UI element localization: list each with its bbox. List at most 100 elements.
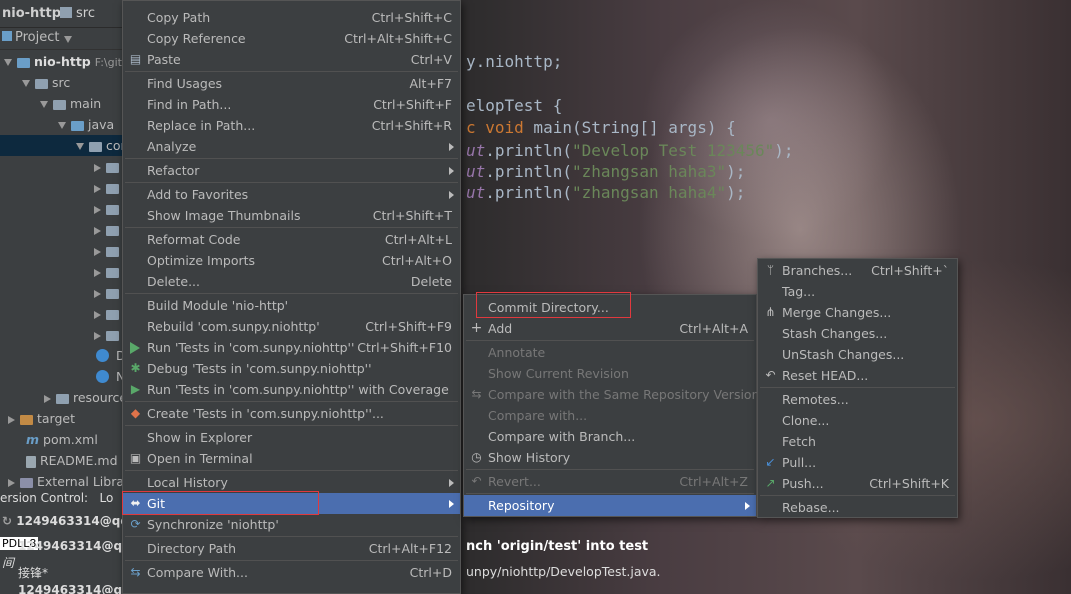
menu-item-commit-directory[interactable]: Commit Directory... — [464, 297, 756, 318]
folder-icon — [89, 141, 102, 152]
menu-item-compare-with-branch[interactable]: Compare with Branch... — [464, 426, 756, 447]
menu-separator — [760, 387, 955, 388]
tree-item-pom[interactable]: m pom.xml — [0, 429, 122, 450]
menu-item-find-in-path[interactable]: Find in Path... Ctrl+Shift+F — [123, 94, 460, 115]
tree-item-src[interactable]: src — [0, 72, 122, 93]
code-line-println-3[interactable]: ut.println("zhangsan haha4"); — [466, 183, 745, 202]
menu-item-remotes[interactable]: Remotes... — [758, 389, 957, 410]
class-icon — [96, 349, 109, 362]
run-icon — [130, 342, 140, 354]
chevron-down-icon[interactable] — [64, 36, 72, 43]
version-control-label: ersion Control: Lo — [0, 491, 114, 505]
menu-item-reset-head[interactable]: ↶ Reset HEAD... — [758, 365, 957, 386]
menu-item-copy-path[interactable]: Copy Path Ctrl+Shift+C — [123, 7, 460, 28]
menu-item-run-with-coverage[interactable]: ▶ Run 'Tests in 'com.sunpy.niohttp'' with… — [123, 379, 460, 400]
menu-item-run-tests[interactable]: Run 'Tests in 'com.sunpy.niohttp'' Ctrl+S… — [123, 337, 460, 358]
menu-item-merge-changes[interactable]: ⋔ Merge Changes... — [758, 302, 957, 323]
menu-item-replace-in-path[interactable]: Replace in Path... Ctrl+Shift+R — [123, 115, 460, 136]
tree-item-package[interactable]: c — [0, 198, 122, 219]
menu-item-fetch[interactable]: Fetch — [758, 431, 957, 452]
tree-item-java[interactable]: java — [0, 114, 122, 135]
terminal-icon: ▣ — [129, 451, 142, 465]
menu-item-open-in-terminal[interactable]: ▣ Open in Terminal — [123, 448, 460, 469]
menu-item-tag[interactable]: Tag... — [758, 281, 957, 302]
tree-item-package[interactable]: n — [0, 303, 122, 324]
folder-icon — [106, 204, 119, 215]
menu-item-find-usages[interactable]: Find Usages Alt+F7 — [123, 73, 460, 94]
tree-item-root[interactable]: nio-http F:\gitee — [0, 51, 122, 72]
tree-item-package[interactable]: u — [0, 324, 122, 345]
tree-item-class[interactable]: D — [0, 345, 122, 366]
tree-item-class[interactable]: N — [0, 366, 122, 387]
breadcrumb-src[interactable]: src — [76, 6, 95, 21]
paste-icon: ▤ — [129, 52, 142, 66]
menu-item-show-current-revision[interactable]: Show Current Revision — [464, 363, 756, 384]
menu-item-directory-path[interactable]: Directory Path Ctrl+Alt+F12 — [123, 538, 460, 559]
menu-item-paste[interactable]: ▤ Paste Ctrl+V — [123, 49, 460, 70]
menu-item-show-image-thumbnails[interactable]: Show Image Thumbnails Ctrl+Shift+T — [123, 205, 460, 226]
tree-item-main[interactable]: main — [0, 93, 122, 114]
code-line-println-2[interactable]: ut.println("zhangsan haha3"); — [466, 162, 745, 181]
tree-item-com[interactable]: com — [0, 135, 122, 156]
menu-item-create-tests[interactable]: ◆ Create 'Tests in 'com.sunpy.niohttp''..… — [123, 403, 460, 424]
menu-item-show-history[interactable]: ◷ Show History — [464, 447, 756, 468]
menu-item-git[interactable]: ⬌ Git — [123, 493, 460, 514]
menu-item-push[interactable]: ↗ Push... Ctrl+Shift+K — [758, 473, 957, 494]
submenu-arrow-icon — [449, 143, 454, 151]
menu-item-analyze[interactable]: Analyze — [123, 136, 460, 157]
menu-separator — [466, 493, 754, 494]
menu-item-copy-reference[interactable]: Copy Reference Ctrl+Alt+Shift+C — [123, 28, 460, 49]
tree-item-package[interactable]: c — [0, 240, 122, 261]
menu-item-compare-with[interactable]: ⇆ Compare With... Ctrl+D — [123, 562, 460, 583]
tree-item-target[interactable]: target — [0, 408, 122, 429]
vc-tab-log[interactable]: Lo — [100, 491, 114, 505]
code-line-class[interactable]: elopTest { — [466, 96, 562, 115]
menu-item-compare-same-version[interactable]: ⇆ Compare with the Same Repository Versio… — [464, 384, 759, 405]
submenu-arrow-icon — [449, 167, 454, 175]
code-line-package[interactable]: y.niohttp; — [466, 52, 562, 71]
revert-icon: ↶ — [471, 474, 482, 488]
folder-icon — [106, 225, 119, 236]
code-line-main[interactable]: c void main(String[] args) { — [466, 118, 736, 137]
menu-item-revert[interactable]: ↶ Revert... Ctrl+Alt+Z — [464, 471, 756, 492]
tree-item-external-libraries[interactable]: External Libraries — [0, 471, 122, 492]
menu-item-rebase[interactable]: Rebase... — [758, 497, 957, 518]
tree-item-package[interactable]: a — [0, 156, 122, 177]
menu-item-show-in-explorer[interactable]: Show in Explorer — [123, 427, 460, 448]
menu-item-repository[interactable]: Repository — [464, 495, 756, 516]
menu-item-branches[interactable]: ᛘ Branches... Ctrl+Shift+` — [758, 260, 957, 281]
menu-item-refactor[interactable]: Refactor — [123, 160, 460, 181]
menu-item-clone[interactable]: Clone... — [758, 410, 957, 431]
tree-item-package[interactable]: e — [0, 261, 122, 282]
menu-item-reformat-code[interactable]: Reformat Code Ctrl+Alt+L — [123, 229, 460, 250]
tree-item-package[interactable]: fi — [0, 282, 122, 303]
menu-item-delete[interactable]: Delete... Delete — [123, 271, 460, 292]
submenu-arrow-icon — [449, 191, 454, 199]
menu-item-optimize-imports[interactable]: Optimize Imports Ctrl+Alt+O — [123, 250, 460, 271]
menu-item-add[interactable]: + Add Ctrl+Alt+A — [464, 318, 756, 339]
menu-item-unstash-changes[interactable]: UnStash Changes... — [758, 344, 957, 365]
project-header[interactable]: Project — [0, 28, 122, 50]
vc-entry[interactable]: ↻ 1249463314@qq.c — [2, 514, 141, 528]
menu-item-debug-tests[interactable]: ✱ Debug 'Tests in 'com.sunpy.niohttp'' — [123, 358, 460, 379]
menu-item-annotate[interactable]: Annotate — [464, 342, 756, 363]
tree-item-resources[interactable]: resource — [0, 387, 122, 408]
menu-separator — [125, 293, 458, 294]
breadcrumb-project[interactable]: nio-http — [2, 6, 61, 21]
tree-item-readme[interactable]: README.md — [0, 450, 122, 471]
branch-icon: ᛘ — [766, 263, 775, 277]
menu-item-build-module[interactable]: Build Module 'nio-http' — [123, 295, 460, 316]
menu-item-stash-changes[interactable]: Stash Changes... — [758, 323, 957, 344]
menu-item-rebuild[interactable]: Rebuild 'com.sunpy.niohttp' Ctrl+Shift+F9 — [123, 316, 460, 337]
menu-item-local-history[interactable]: Local History — [123, 472, 460, 493]
coverage-icon: ▶ — [130, 382, 141, 396]
menu-item-add-to-favorites[interactable]: Add to Favorites — [123, 184, 460, 205]
undo-icon: ↶ — [765, 368, 776, 382]
folder-icon — [35, 78, 48, 89]
menu-item-synchronize[interactable]: ⟳ Synchronize 'niohttp' — [123, 514, 460, 535]
tree-item-package[interactable]: c — [0, 219, 122, 240]
tree-item-package[interactable]: c — [0, 177, 122, 198]
code-line-println-1[interactable]: ut.println("Develop Test 123456"); — [466, 141, 794, 160]
menu-item-pull[interactable]: ↙ Pull... — [758, 452, 957, 473]
menu-item-compare-with[interactable]: Compare with... — [464, 405, 756, 426]
